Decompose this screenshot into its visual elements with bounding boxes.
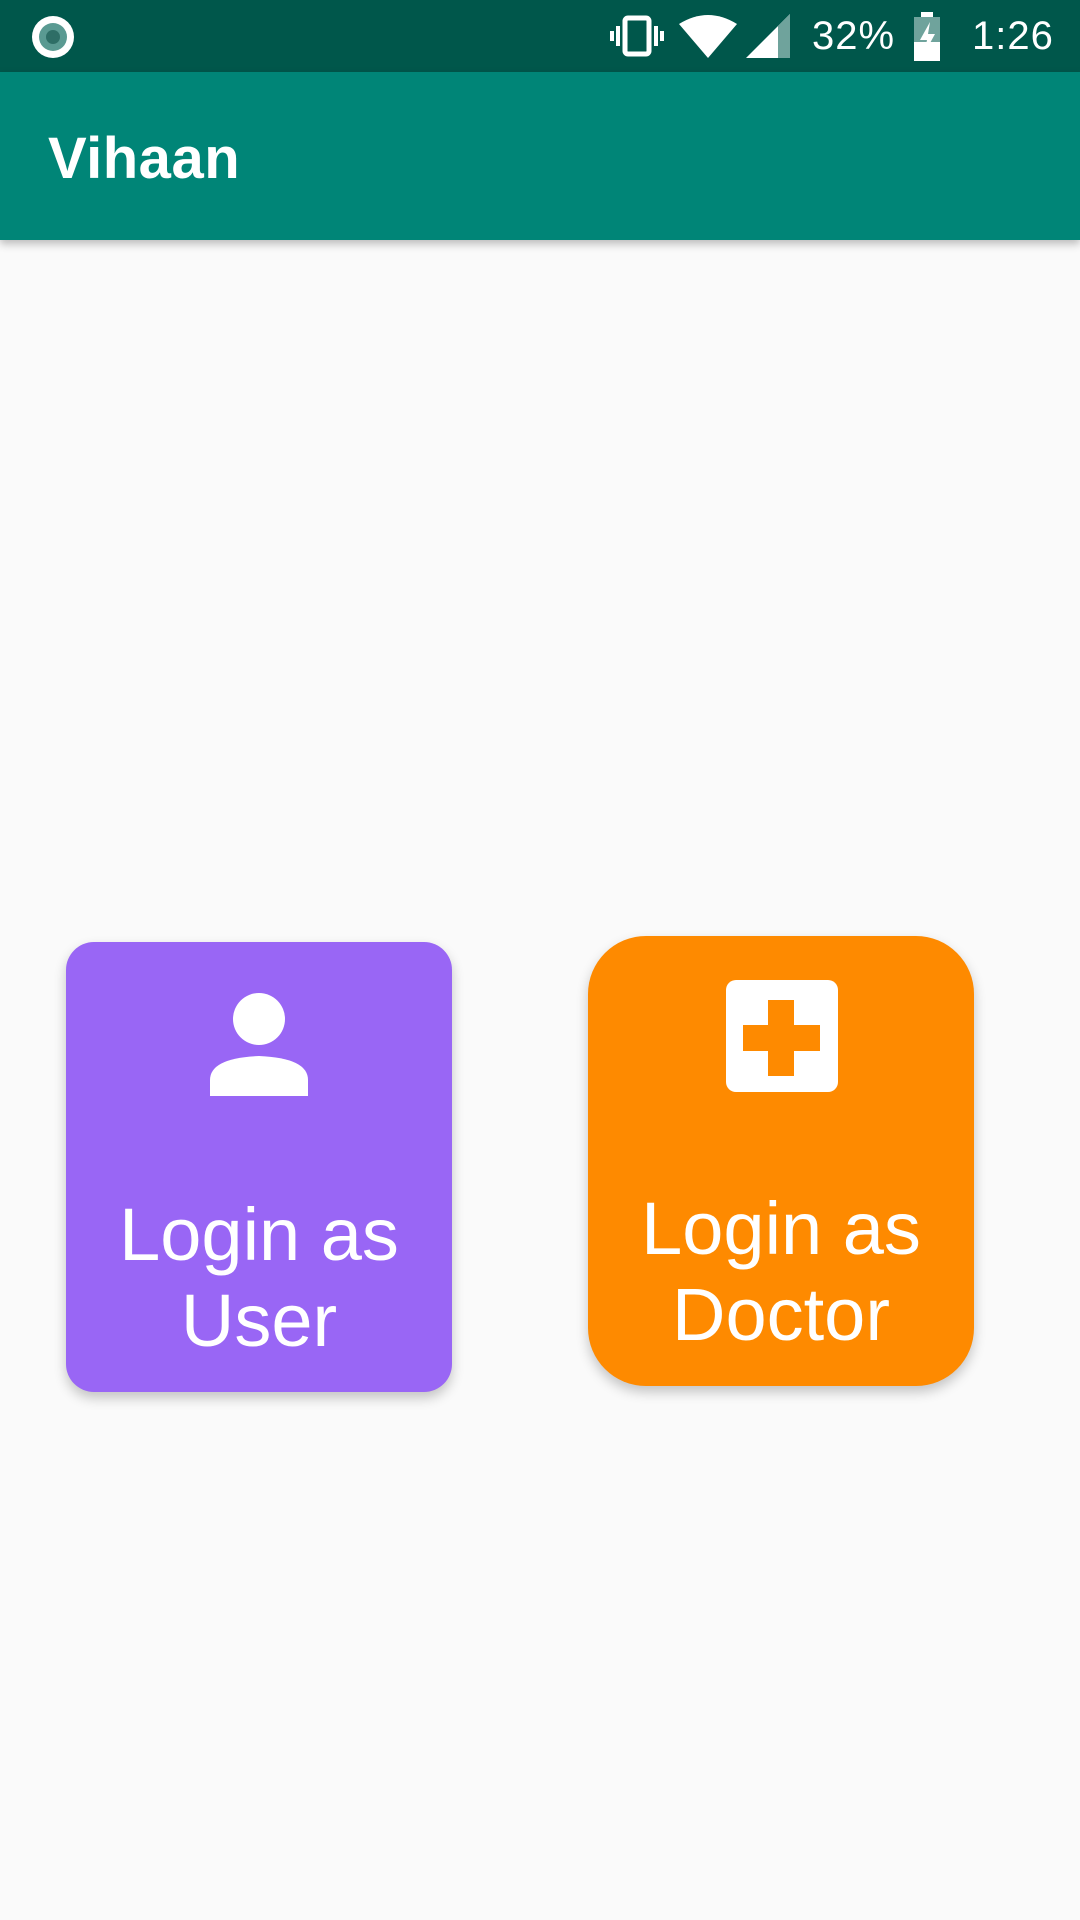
- battery-charging-icon: [914, 12, 940, 61]
- login-as-doctor-label: Login as Doctor: [641, 1187, 921, 1356]
- cell-signal-icon: [746, 14, 790, 58]
- status-bar: 32% 1:26: [0, 0, 1080, 72]
- login-as-doctor-button[interactable]: Login as Doctor: [588, 936, 974, 1386]
- app-title: Vihaan: [48, 126, 241, 191]
- login-as-user-button[interactable]: Login as User: [66, 942, 452, 1392]
- person-icon: [210, 993, 308, 1096]
- login-as-user-label: Login as User: [119, 1193, 399, 1362]
- medical-cross-icon: [726, 980, 838, 1092]
- notification-dot-icon: [32, 16, 74, 58]
- vibrate-icon: [610, 15, 664, 57]
- app-bar: Vihaan: [0, 72, 1080, 240]
- wifi-icon: [679, 15, 737, 58]
- battery-percent: 32%: [812, 14, 896, 58]
- clock: 1:26: [972, 14, 1054, 58]
